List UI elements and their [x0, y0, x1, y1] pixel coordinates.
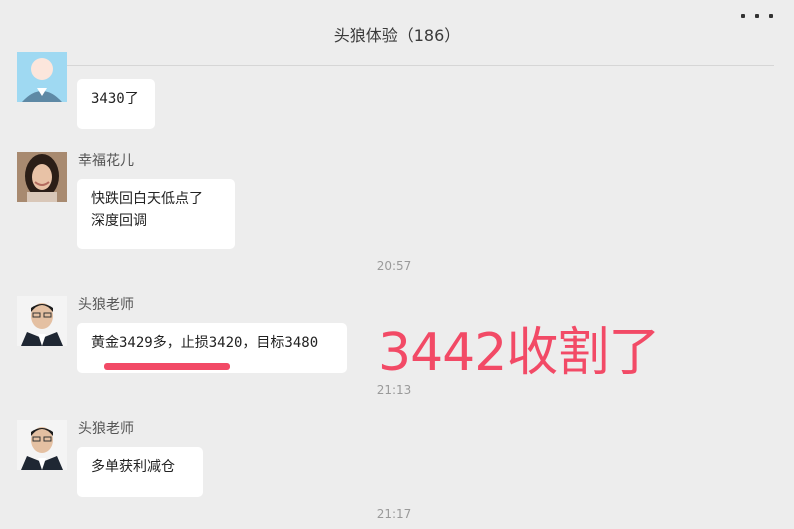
more-dots-icon[interactable]	[741, 14, 773, 22]
header-divider	[20, 65, 774, 66]
message-text: 深度回调	[91, 213, 147, 229]
message-text: 黄金3429多，止损3420，目标3480	[91, 335, 319, 351]
sender-name: 幸福花儿	[78, 153, 134, 169]
timestamp: 21:13	[376, 383, 412, 397]
man-photo-avatar[interactable]	[17, 296, 67, 346]
man-photo-avatar[interactable]	[17, 420, 67, 470]
timestamp: 20:57	[376, 259, 412, 273]
timestamp: 21:17	[376, 507, 412, 521]
message-text: 3430了	[91, 91, 139, 107]
message-bubble[interactable]: 多单获利减仓	[77, 447, 203, 497]
message-bubble[interactable]: 快跌回白天低点了 深度回调	[77, 179, 235, 249]
message-text: 多单获利减仓	[91, 459, 175, 475]
message-bubble[interactable]: 3430了	[77, 79, 155, 129]
default-avatar-icon[interactable]	[17, 52, 67, 102]
sender-name: 头狼老师	[78, 297, 134, 313]
annotation-text: 3442收割了	[378, 323, 660, 383]
highlight-underline	[104, 363, 230, 370]
chat-header: 头狼体验（186）	[0, 0, 794, 66]
sender-name: 头狼老师	[78, 421, 134, 437]
message-text: 快跌回白天低点了	[91, 191, 203, 207]
woman-photo-avatar[interactable]	[17, 152, 67, 202]
chat-title: 头狼体验（186）	[333, 26, 461, 45]
